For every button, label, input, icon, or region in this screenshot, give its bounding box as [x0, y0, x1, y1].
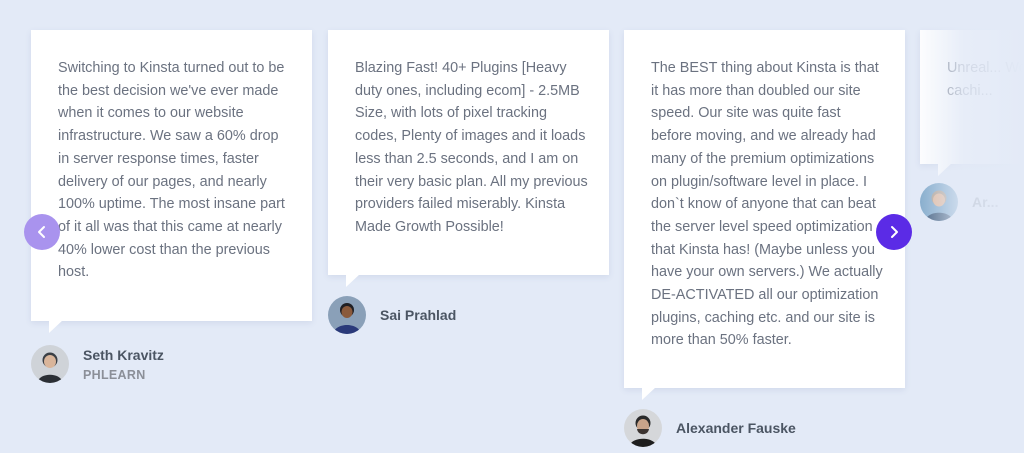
testimonial-carousel: Switching to Kinsta turned out to be the…	[0, 0, 1024, 453]
testimonial-quote: Unreal... WordP... cachi...	[947, 60, 1024, 99]
chevron-left-icon	[38, 226, 45, 238]
testimonial-author: Ar...	[920, 183, 998, 221]
chevron-right-icon	[891, 226, 898, 238]
testimonial-quote: The BEST thing about Kinsta is that it h…	[651, 60, 883, 349]
previous-button[interactable]	[24, 214, 60, 250]
author-name: Sai Prahlad	[380, 307, 457, 323]
avatar	[920, 183, 958, 221]
author-name: Seth Kravitz	[83, 347, 164, 363]
testimonial-card: Unreal... WordP... cachi...	[920, 30, 1024, 176]
testimonial-quote: Blazing Fast! 40+ Plugins [Heavy duty on…	[355, 60, 588, 235]
testimonial-card: Switching to Kinsta turned out to be the…	[31, 30, 312, 333]
next-button[interactable]	[876, 214, 912, 250]
testimonial-author: Alexander Fauske	[624, 409, 796, 447]
author-company: PHLEARN	[83, 368, 146, 382]
author-name: Ar...	[972, 194, 999, 210]
testimonial-quote: Switching to Kinsta turned out to be the…	[58, 60, 285, 281]
testimonial-author: Seth Kravitz PHLEARN	[31, 345, 164, 383]
testimonial-card: Blazing Fast! 40+ Plugins [Heavy duty on…	[328, 30, 609, 287]
avatar	[624, 409, 662, 447]
author-name: Alexander Fauske	[676, 420, 796, 436]
testimonial-author: Sai Prahlad	[328, 296, 456, 334]
avatar	[328, 296, 366, 334]
avatar	[31, 345, 69, 383]
testimonial-card: The BEST thing about Kinsta is that it h…	[624, 30, 905, 400]
